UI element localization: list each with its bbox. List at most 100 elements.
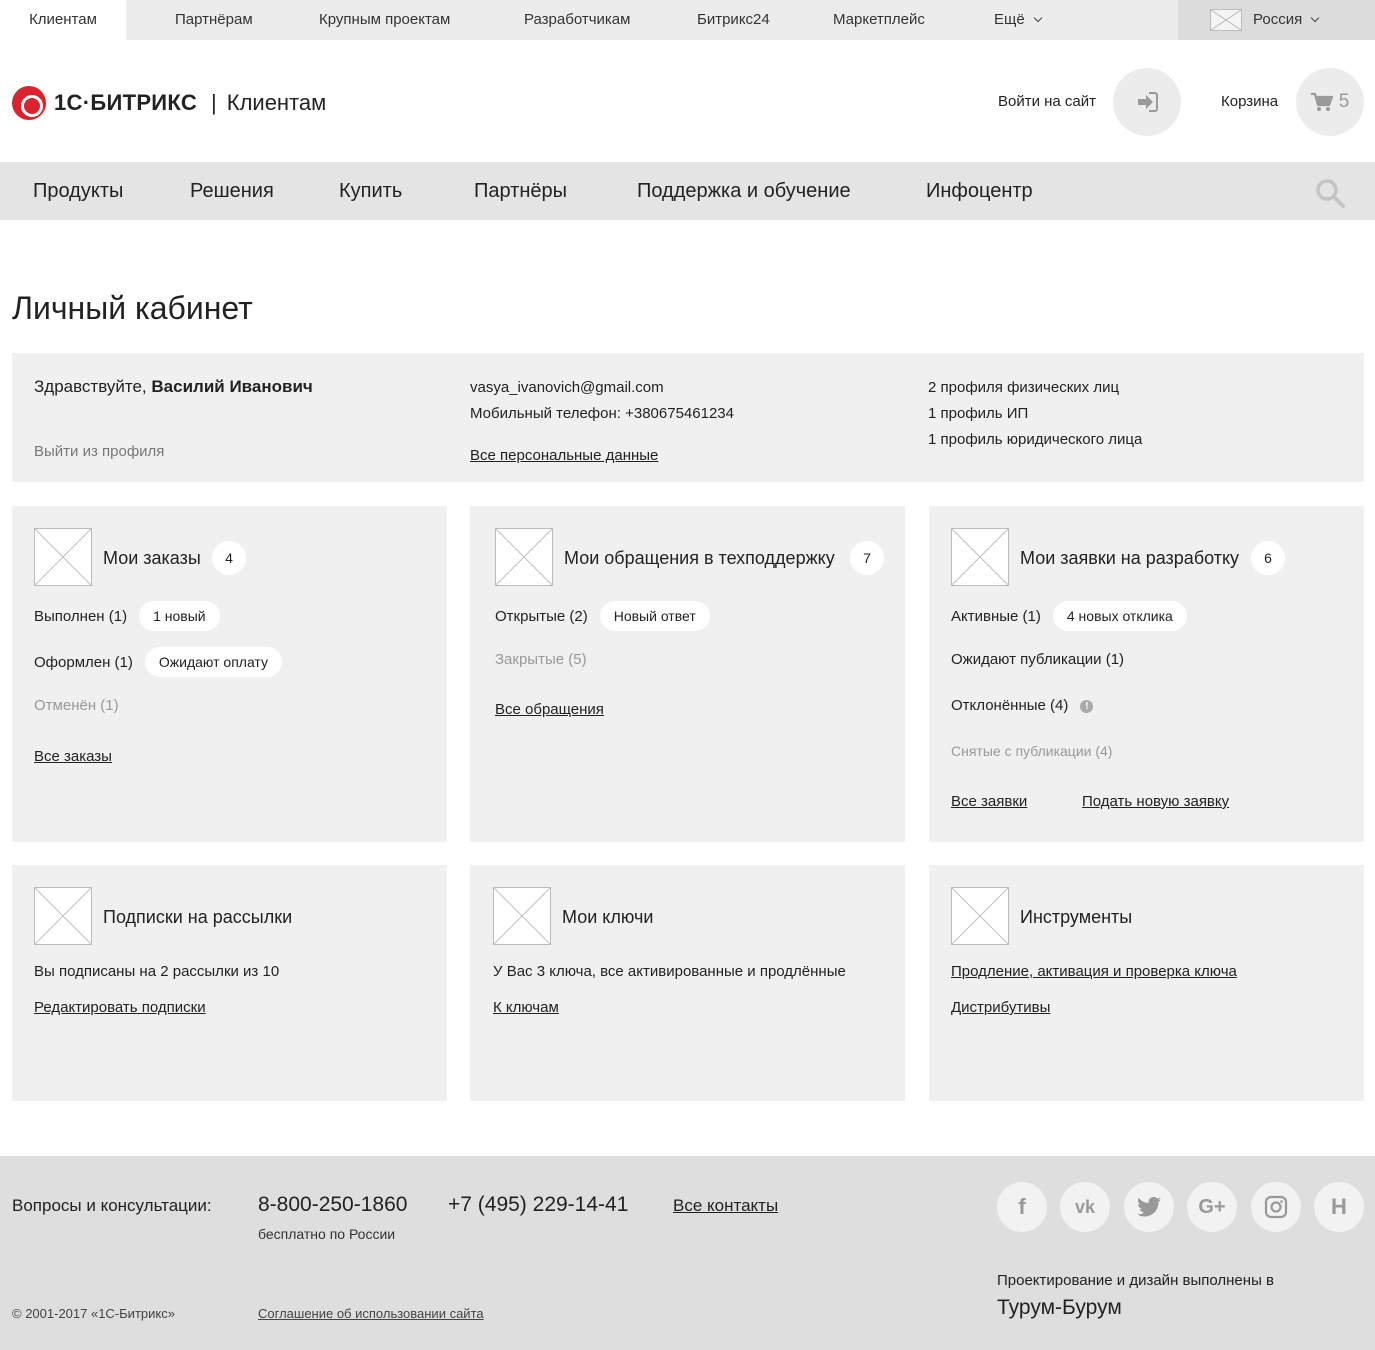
orders-done-label: Выполнен (1) <box>34 607 128 625</box>
region-label: Россия <box>1253 0 1320 40</box>
orders-placed-pill[interactable]: Ожидают оплату <box>144 647 282 677</box>
subscriptions-card: Подписки на рассылки Вы подписаны на 2 р… <box>12 865 447 1101</box>
phone-free[interactable]: 8-800-250-1860 <box>258 1193 407 1217</box>
orders-done: Выполнен (1) 1 новый <box>34 601 220 632</box>
logout-link[interactable]: Выйти из профиля <box>34 443 164 460</box>
tab-large-projects[interactable]: Крупным проектам <box>319 0 450 40</box>
design-credit: Проектирование и дизайн выполнены в <box>997 1272 1274 1289</box>
orders-image-placeholder <box>34 528 92 586</box>
dev-title[interactable]: Мои заявки на разработку <box>1020 548 1239 569</box>
nav-infocenter[interactable]: Инфоцентр <box>926 162 1033 220</box>
support-open-label: Открытые (2) <box>495 607 588 625</box>
tab-marketplace[interactable]: Маркетплейс <box>833 0 925 40</box>
all-contacts-link[interactable]: Все контакты <box>673 1196 778 1216</box>
personal-data-link[interactable]: Все персональные данные <box>470 443 658 469</box>
page-title: Личный кабинет <box>12 290 253 326</box>
all-tickets-link[interactable]: Все обращения <box>495 701 604 718</box>
dev-rejected: Отклонённые (4)! <box>951 697 1094 714</box>
tools-card: Инструменты Продление, активация и прове… <box>929 865 1364 1101</box>
login-link[interactable]: Войти на сайт <box>998 93 1096 110</box>
distributions-link[interactable]: Дистрибутивы <box>951 999 1050 1016</box>
all-orders-link[interactable]: Все заказы <box>34 748 112 765</box>
keys-title[interactable]: Мои ключи <box>562 907 653 928</box>
nav-solutions[interactable]: Решения <box>190 162 274 220</box>
cart-count: 5 <box>1338 91 1350 112</box>
login-button[interactable] <box>1113 68 1181 136</box>
search-icon[interactable] <box>1315 178 1345 208</box>
chevron-down-icon <box>1033 13 1042 23</box>
instagram-icon[interactable] <box>1251 1182 1301 1232</box>
orders-count-badge: 4 <box>212 541 246 575</box>
support-title[interactable]: Мои обращения в техподдержку <box>564 548 835 569</box>
sign-in-icon <box>1138 92 1158 112</box>
dev-waiting: Ожидают публикации (1) <box>951 651 1125 668</box>
keys-link[interactable]: К ключам <box>493 999 559 1016</box>
orders-placed-label: Оформлен (1) <box>34 653 133 671</box>
flag-icon <box>1210 9 1242 31</box>
dev-count-badge: 6 <box>1251 541 1285 575</box>
vk-icon[interactable]: vk <box>1060 1182 1110 1232</box>
support-open-pill[interactable]: Новый ответ <box>599 601 710 631</box>
contact-info: vasya_ivanovich@gmail.com Мобильный теле… <box>470 375 734 464</box>
logo-section: Клиентам <box>226 90 327 115</box>
new-dev-request-link[interactable]: Подать новую заявку <box>1082 793 1229 810</box>
dev-rejected-label: Отклонённые (4) <box>951 697 1069 714</box>
support-image-placeholder <box>495 528 553 586</box>
greeting-text: Здравствуйте, <box>34 377 147 396</box>
habr-icon[interactable]: H <box>1314 1182 1364 1232</box>
orders-title[interactable]: Мои заказы <box>103 548 201 569</box>
profile-count-individual: 2 профиля физических лиц <box>928 379 1120 396</box>
keys-text: У Вас 3 ключа, все активированные и прод… <box>493 963 846 980</box>
tab-developers[interactable]: Разработчикам <box>524 0 630 40</box>
tab-more-label: Ещё <box>994 11 1025 28</box>
nav-buy[interactable]: Купить <box>339 162 402 220</box>
orders-cancelled: Отменён (1) <box>34 697 119 714</box>
profiles-info: 2 профиля физических лиц 1 профиль ИП 1 … <box>928 375 1142 453</box>
tab-clients[interactable]: Клиентам <box>0 0 126 40</box>
dev-requests-card: Мои заявки на разработку 6 Активные (1) 4… <box>929 506 1364 842</box>
nav-products[interactable]: Продукты <box>33 162 123 220</box>
support-count-badge: 7 <box>850 541 884 575</box>
key-renewal-link[interactable]: Продление, активация и проверка ключа <box>951 963 1237 980</box>
cart-link[interactable]: Корзина <box>1221 93 1278 110</box>
dev-active-pill[interactable]: 4 новых отклика <box>1052 601 1187 631</box>
tab-partners[interactable]: Партнёрам <box>175 0 253 40</box>
bitrix-logo-icon <box>12 86 46 120</box>
twitter-icon[interactable] <box>1124 1182 1174 1232</box>
subs-text: Вы подписаны на 2 рассылки из 10 <box>34 963 280 980</box>
nav-partners[interactable]: Партнёры <box>474 162 567 220</box>
subs-title[interactable]: Подписки на рассылки <box>103 907 292 928</box>
dev-active-label: Активные (1) <box>951 607 1041 625</box>
dev-active: Активные (1) 4 новых отклика <box>951 601 1187 632</box>
studio-link[interactable]: Турум-Бурум <box>997 1296 1122 1320</box>
user-phone: Мобильный телефон: +380675461234 <box>470 405 734 422</box>
copyright: © 2001-2017 «1С-Битрикс» <box>12 1306 175 1321</box>
tools-title[interactable]: Инструменты <box>1020 907 1132 928</box>
subs-image-placeholder <box>34 887 92 945</box>
phone-free-note: бесплатно по России <box>258 1226 396 1242</box>
keys-card: Мои ключи У Вас 3 ключа, все активирован… <box>470 865 905 1101</box>
logo-text: 1С·БИТРИКС <box>54 90 198 115</box>
profile-summary: Здравствуйте, Василий Иванович Выйти из … <box>12 353 1364 482</box>
phone-moscow[interactable]: +7 (495) 229-14-41 <box>448 1193 628 1217</box>
support-open: Открытые (2) Новый ответ <box>495 601 710 632</box>
region-selector[interactable]: Россия <box>1178 0 1375 40</box>
facebook-icon[interactable]: f <box>997 1182 1047 1232</box>
cart-button[interactable]: 5 <box>1296 68 1364 136</box>
all-dev-requests-link[interactable]: Все заявки <box>951 793 1027 810</box>
agreement-link[interactable]: Соглашение об использовании сайта <box>258 1306 484 1321</box>
top-bar: Клиентам Партнёрам Крупным проектам Разр… <box>0 0 1375 40</box>
tab-more[interactable]: Ещё <box>994 0 1042 40</box>
orders-done-pill[interactable]: 1 новый <box>139 601 220 631</box>
region-name: Россия <box>1253 11 1303 28</box>
keys-image-placeholder <box>493 887 551 945</box>
dev-withdrawn: Снятые с публикации (4) <box>951 743 1113 759</box>
site-logo[interactable]: 1С·БИТРИКС | Клиентам <box>12 86 326 120</box>
tab-bitrix24[interactable]: Битрикс24 <box>697 0 770 40</box>
info-icon[interactable]: ! <box>1080 699 1094 713</box>
nav-support[interactable]: Поддержка и обучение <box>637 162 851 220</box>
greeting: Здравствуйте, Василий Иванович <box>34 377 313 397</box>
edit-subscriptions-link[interactable]: Редактировать подписки <box>34 999 206 1016</box>
chevron-down-icon <box>1310 13 1320 23</box>
google-plus-icon[interactable]: G+ <box>1187 1182 1237 1232</box>
